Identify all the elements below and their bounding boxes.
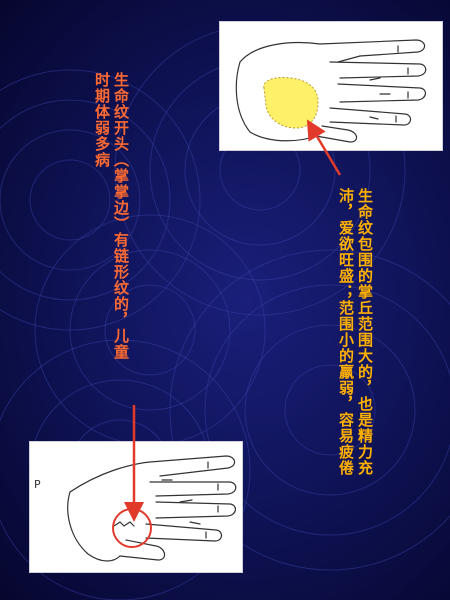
highlighted-mount-area bbox=[263, 77, 319, 129]
palm-illustration-bottom: P bbox=[30, 442, 242, 572]
caption-mount-range-line2: 沛，爱欲旺盛；范围小的羸弱，容易疲倦 bbox=[337, 188, 355, 476]
caption-mount-range: 生命纹包围的掌丘范围大的，也是精力充 沛，爱欲旺盛；范围小的羸弱，容易疲倦 bbox=[336, 188, 374, 588]
caption-chain-pattern-line2: 时期体弱多病 bbox=[93, 72, 111, 168]
palm-illustration-top bbox=[220, 22, 442, 150]
panel-label: P bbox=[34, 478, 41, 491]
caption-chain-pattern: 生命纹开头（掌掌边）有链形纹的，儿童 时期体弱多病 bbox=[92, 72, 130, 402]
palm-drawing-bottom: P bbox=[34, 455, 237, 562]
caption-mount-range-line1: 生命纹包围的掌丘范围大的，也是精力充 bbox=[356, 188, 374, 476]
palm-drawing-top bbox=[235, 39, 427, 143]
caption-chain-pattern-line1: 生命纹开头（掌掌边）有链形纹的，儿童 bbox=[112, 72, 130, 360]
slide: P 生命纹包围的掌丘范围大的，也是精力充 沛，爱欲旺盛；范围小的羸弱，容易疲倦 … bbox=[0, 0, 450, 600]
